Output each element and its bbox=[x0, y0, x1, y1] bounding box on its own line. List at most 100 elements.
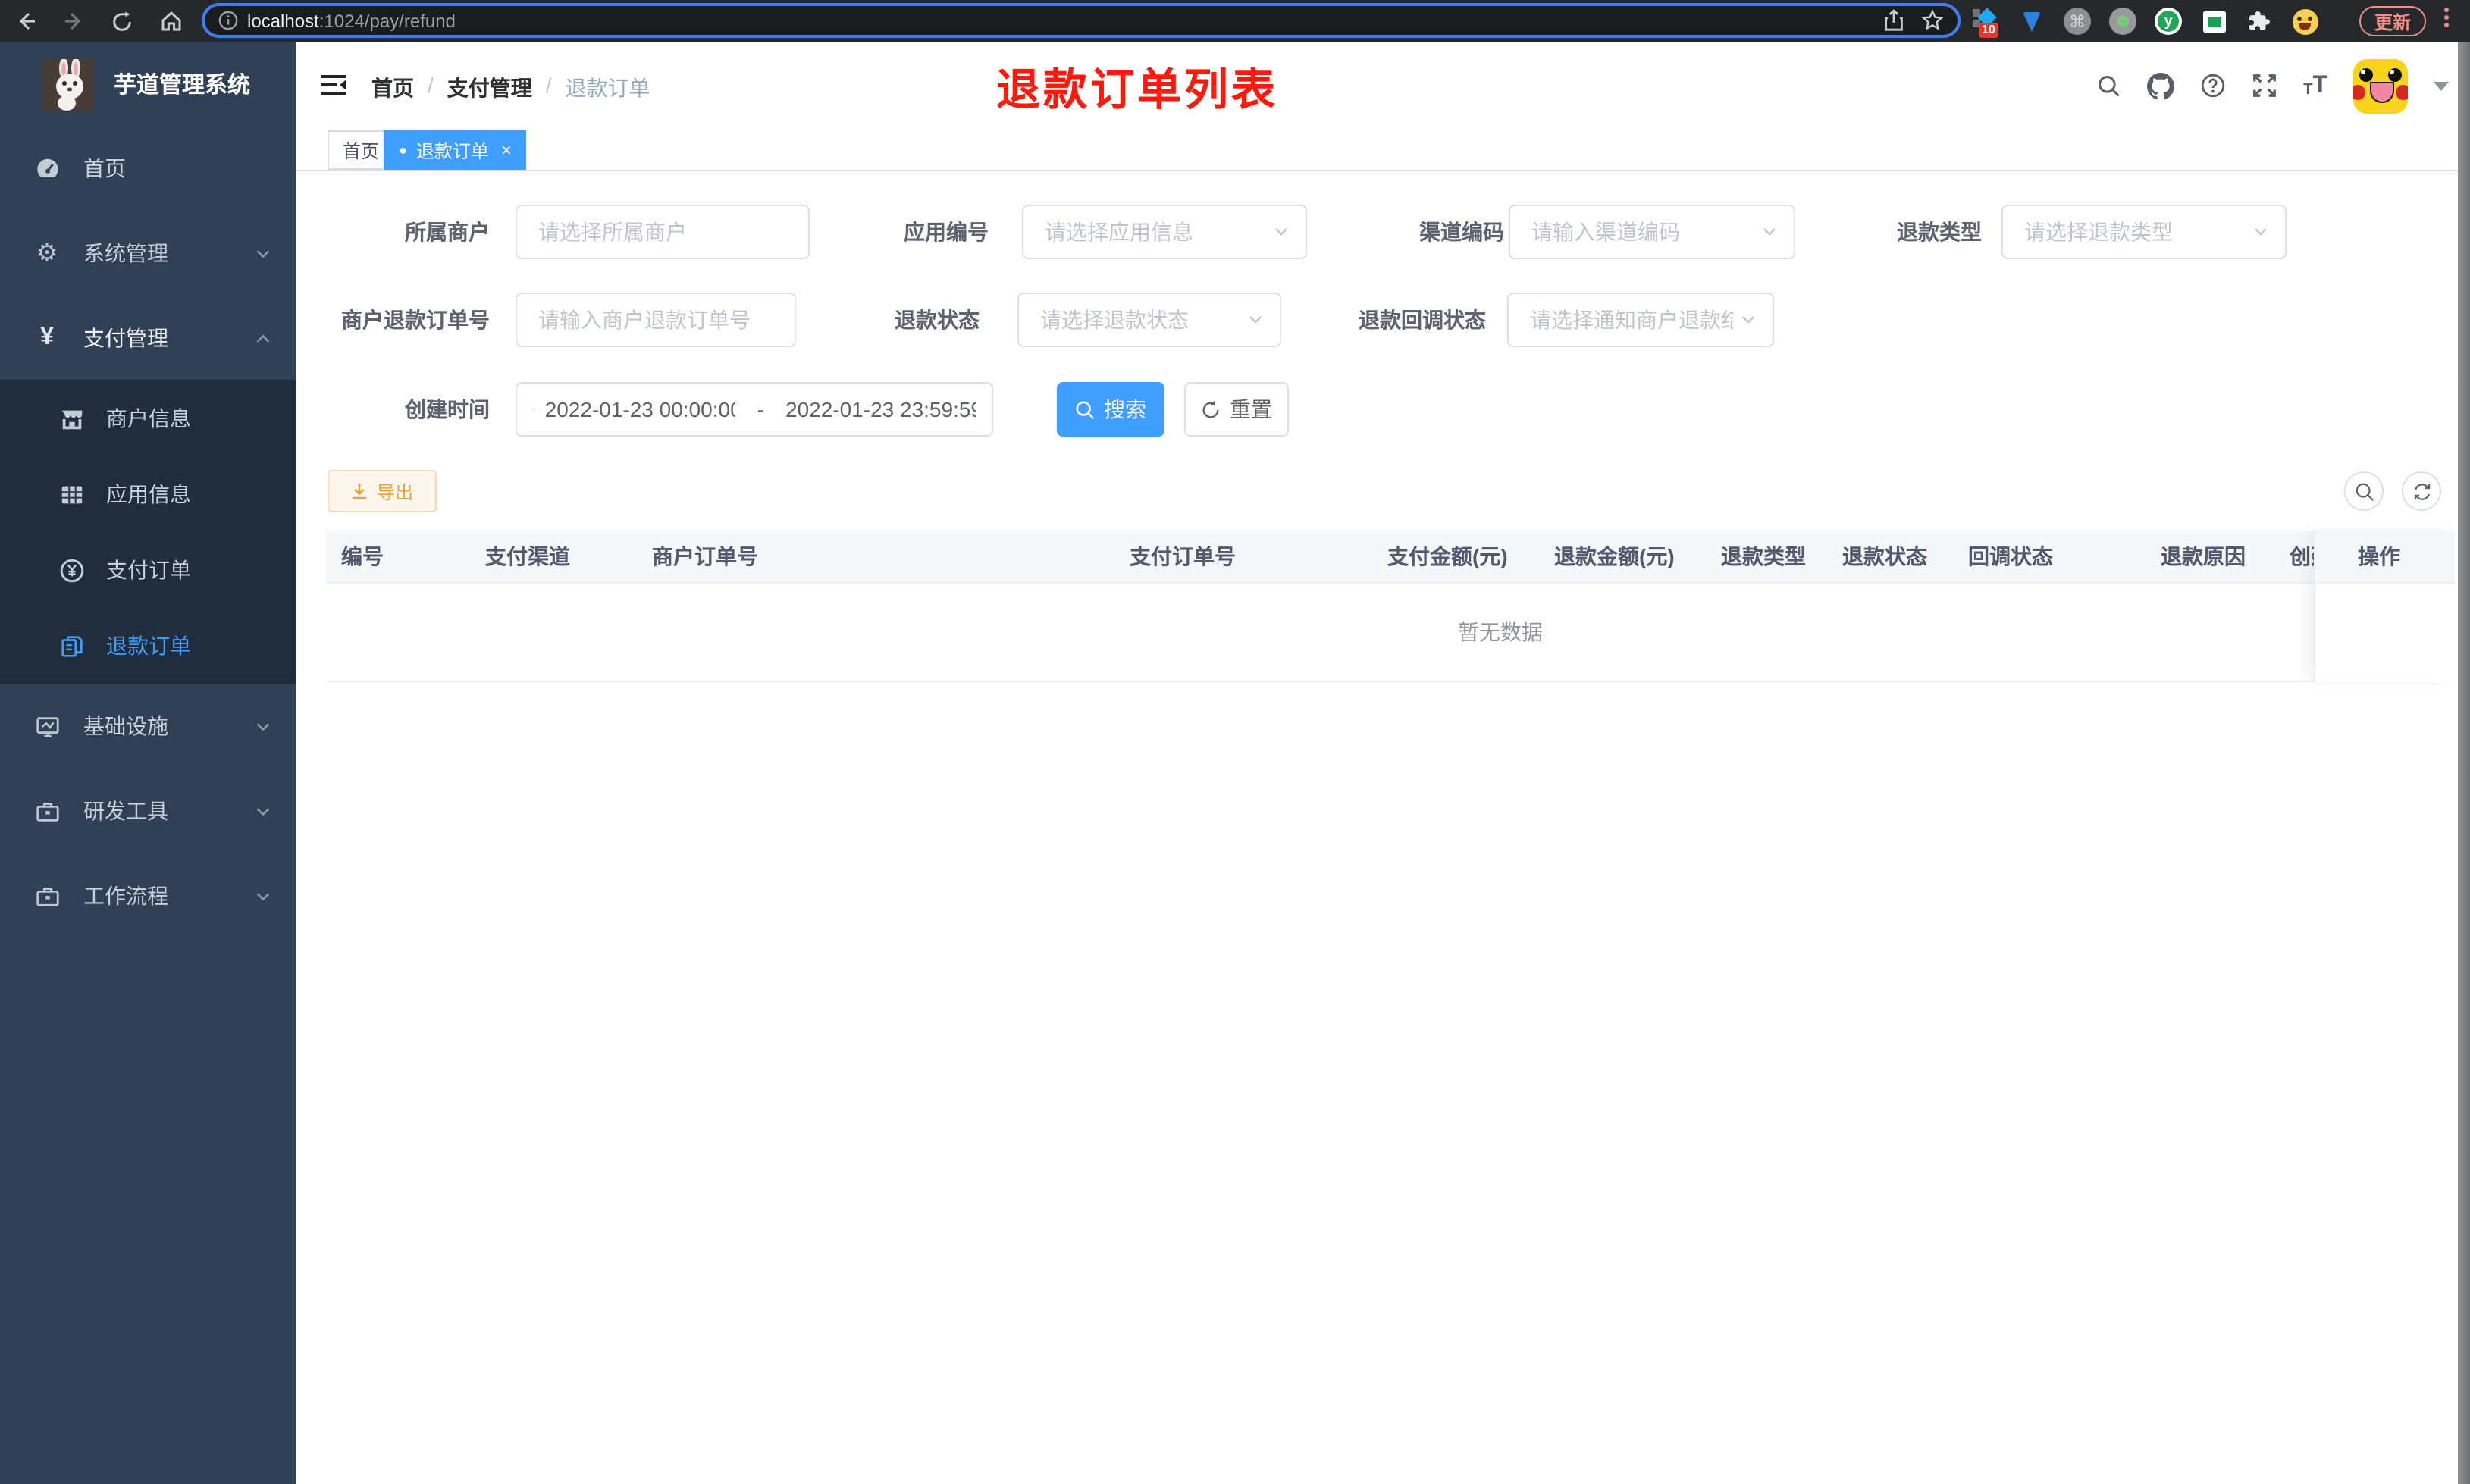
browser-back-icon[interactable] bbox=[12, 8, 38, 34]
column-header: 回调状态 bbox=[1968, 544, 2053, 568]
sidebar-item-system[interactable]: ⚙ 系统管理 bbox=[0, 211, 296, 296]
filter-label-create-time: 创建时间 bbox=[405, 397, 490, 421]
chevron-down-icon bbox=[255, 888, 271, 905]
chevron-down-icon bbox=[255, 803, 271, 820]
avatar[interactable] bbox=[2353, 58, 2408, 113]
show-search-toggle-button[interactable] bbox=[2344, 471, 2384, 511]
sidebar-item-refund-order[interactable]: 退款订单 bbox=[0, 608, 296, 684]
page-title: 退款订单列表 bbox=[996, 67, 1279, 115]
avatar-caret-icon[interactable] bbox=[2434, 81, 2449, 90]
share-icon[interactable] bbox=[1883, 9, 1904, 32]
window-scrollbar-gutter[interactable] bbox=[2458, 42, 2470, 1484]
fullscreen-icon[interactable] bbox=[2252, 73, 2277, 99]
chevron-down-icon bbox=[1249, 316, 1262, 324]
briefcase-icon bbox=[32, 883, 62, 909]
breadcrumb-current: 退款订单 bbox=[565, 76, 650, 100]
notify-status-select[interactable]: 请选择通知商户退款结果的 bbox=[1507, 293, 1774, 347]
sidebar-collapse-icon[interactable] bbox=[320, 73, 347, 97]
sidebar-item-workflow[interactable]: 工作流程 bbox=[0, 853, 296, 938]
breadcrumb-home[interactable]: 首页 bbox=[371, 73, 414, 103]
sidebar-item-dev-tools[interactable]: 研发工具 bbox=[0, 769, 296, 853]
tag-refund-order[interactable]: ● 退款订单 × bbox=[384, 130, 527, 170]
table-fixed-action-column: 操作 bbox=[2314, 531, 2455, 682]
sidebar-item-label: 首页 bbox=[83, 156, 126, 180]
breadcrumb: 首页 / 支付管理 / 退款订单 bbox=[371, 73, 650, 103]
sidebar-item-merchant-info[interactable]: 商户信息 bbox=[0, 380, 296, 456]
refresh-icon bbox=[1202, 400, 1219, 418]
search-icon bbox=[1076, 400, 1095, 419]
github-icon[interactable] bbox=[2147, 72, 2175, 99]
filter-label-merchant: 所属商户 bbox=[405, 220, 490, 244]
sidebar-item-pay[interactable]: ¥ 支付管理 bbox=[0, 296, 296, 380]
search-button[interactable]: 搜索 bbox=[1057, 382, 1164, 437]
filter-label-merchant-refund-no: 商户退款订单号 bbox=[341, 308, 490, 332]
sidebar-item-pay-order[interactable]: 支付订单 bbox=[0, 532, 296, 608]
site-info-icon[interactable] bbox=[218, 11, 238, 30]
app-viewport: localhost:1024/pay/refund 10 ⌘ y 更新 芋道管理… bbox=[0, 0, 2470, 1484]
column-header: 退款类型 bbox=[1721, 544, 1806, 568]
extension-y-icon[interactable]: y bbox=[2155, 8, 2182, 35]
sidebar-item-app-info[interactable]: 应用信息 bbox=[0, 456, 296, 532]
table-grid-icon bbox=[56, 481, 86, 507]
sidebar-item-label: 工作流程 bbox=[83, 884, 168, 908]
tag-dot-icon: ● bbox=[399, 142, 407, 157]
tag-close-icon[interactable]: × bbox=[501, 139, 512, 161]
browser-reload-icon[interactable] bbox=[109, 8, 135, 34]
browser-home-icon[interactable] bbox=[158, 8, 183, 34]
extension-gem-icon[interactable] bbox=[2018, 8, 2045, 35]
extension-emoji-icon[interactable] bbox=[2291, 8, 2318, 35]
channel-select[interactable]: 请输入渠道编码 bbox=[1509, 205, 1795, 259]
date-end-value[interactable]: 2022-01-23 23:59:59 bbox=[785, 397, 976, 421]
yen-circle-icon bbox=[56, 557, 86, 583]
column-header-clipped: 创建时间 bbox=[2290, 544, 2314, 568]
address-bar[interactable]: localhost:1024/pay/refund bbox=[202, 3, 1961, 38]
export-button[interactable]: 导出 bbox=[328, 470, 437, 512]
font-size-icon[interactable]: TT bbox=[2303, 73, 2327, 98]
app-select[interactable]: 请选择应用信息 bbox=[1022, 205, 1307, 259]
filter-label-refund-type: 退款类型 bbox=[1897, 220, 1982, 244]
reset-button[interactable]: 重置 bbox=[1184, 382, 1289, 437]
sidebar-item-label: 应用信息 bbox=[106, 482, 191, 506]
browser-menu-icon[interactable] bbox=[2444, 8, 2449, 27]
column-header: 退款状态 bbox=[1842, 544, 1927, 568]
sidebar-item-infra[interactable]: 基础设施 bbox=[0, 684, 296, 769]
sidebar-item-label: 基础设施 bbox=[83, 714, 168, 738]
help-icon[interactable] bbox=[2200, 73, 2226, 99]
url-text[interactable]: localhost:1024/pay/refund bbox=[247, 10, 456, 31]
extension-recorder-icon[interactable] bbox=[2109, 8, 2136, 35]
yen-icon: ¥ bbox=[40, 324, 54, 350]
filter-label-app: 应用编号 bbox=[904, 220, 989, 244]
chevron-down-icon bbox=[255, 246, 271, 262]
filter-label-notify-status: 退款回调状态 bbox=[1359, 308, 1486, 332]
chevron-up-icon bbox=[255, 330, 271, 347]
document-copy-icon bbox=[56, 633, 86, 659]
browser-update-button[interactable]: 更新 bbox=[2359, 6, 2427, 36]
breadcrumb-pay[interactable]: 支付管理 bbox=[447, 73, 532, 103]
extensions-puzzle-icon[interactable] bbox=[2246, 8, 2273, 35]
main-area: 首页 / 支付管理 / 退款订单 退款订单列表 T T 首页 ● 退款订单 × … bbox=[296, 42, 2470, 1484]
chevron-down-icon bbox=[1763, 228, 1776, 236]
column-header: 商户订单号 bbox=[652, 544, 758, 568]
create-time-range-picker[interactable]: 2022-01-23 00:00:00 - 2022-01-23 23:59:5… bbox=[516, 382, 993, 437]
date-start-value[interactable]: 2022-01-23 00:00:00 bbox=[545, 397, 736, 421]
sidebar-logo-row[interactable]: 芋道管理系统 bbox=[0, 42, 296, 126]
table-header-row: 编号 支付渠道 商户订单号 支付订单号 支付金额(元) 退款金额(元) 退款类型… bbox=[326, 531, 2455, 584]
search-icon bbox=[2355, 482, 2373, 500]
store-icon bbox=[56, 405, 86, 431]
refresh-table-button[interactable] bbox=[2402, 471, 2441, 511]
browser-forward-icon[interactable] bbox=[61, 8, 86, 34]
sidebar-item-home[interactable]: 首页 bbox=[0, 126, 296, 211]
extension-tiles-icon[interactable]: 10 bbox=[1973, 8, 2000, 38]
refund-status-select[interactable]: 请选择退款状态 bbox=[1017, 293, 1281, 347]
merchant-input[interactable] bbox=[516, 205, 810, 259]
extension-command-icon[interactable]: ⌘ bbox=[2064, 8, 2091, 35]
extension-chat-icon[interactable] bbox=[2200, 8, 2227, 35]
gear-icon: ⚙ bbox=[36, 241, 58, 267]
refund-type-select[interactable]: 请选择退款类型 bbox=[2001, 205, 2287, 259]
search-icon[interactable] bbox=[2097, 74, 2121, 98]
monitor-chart-icon bbox=[32, 713, 62, 739]
bookmark-star-icon[interactable] bbox=[1921, 9, 1944, 32]
merchant-refund-no-input[interactable] bbox=[516, 293, 796, 347]
refresh-icon bbox=[2413, 483, 2430, 499]
column-header-action: 操作 bbox=[2315, 531, 2455, 584]
